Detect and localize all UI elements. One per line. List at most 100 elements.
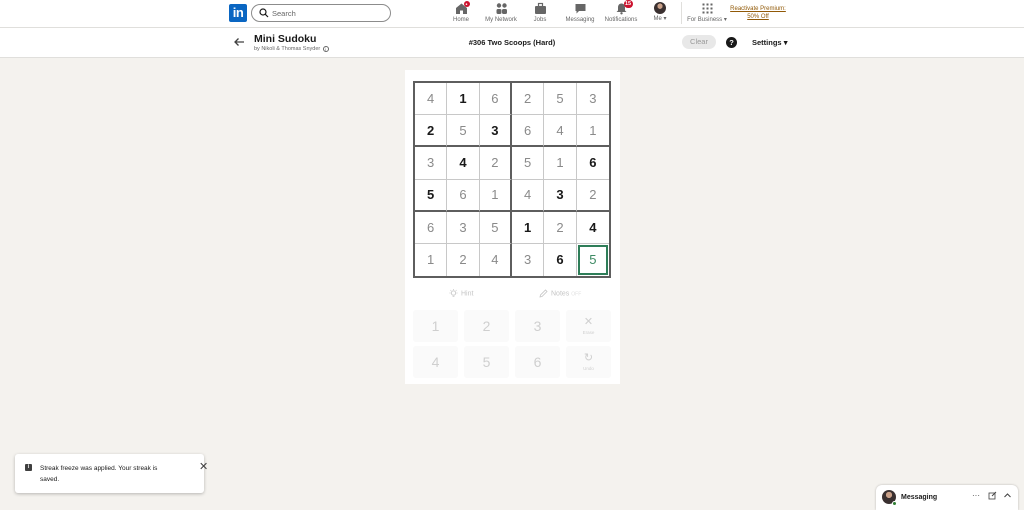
search-placeholder: Search [272, 9, 296, 18]
game-title: Mini Sudoku [254, 33, 317, 45]
undo-label: Undo [583, 366, 594, 371]
numpad-key-4[interactable]: 4 [413, 346, 458, 378]
grid-cell-r2c4[interactable]: 6 [511, 115, 545, 148]
grid-cell-r4c4[interactable]: 4 [511, 179, 545, 212]
grid-cell-r6c2[interactable]: 2 [447, 243, 480, 276]
nav-jobs[interactable]: Jobs [530, 2, 550, 26]
linkedin-logo[interactable]: in [229, 4, 247, 22]
search-input[interactable]: Search [251, 4, 391, 22]
grid-cell-r4c3[interactable]: 1 [479, 179, 512, 212]
nav-messaging-label: Messaging [565, 17, 595, 23]
clear-button[interactable]: Clear [682, 35, 716, 49]
grid-cell-r5c1[interactable]: 6 [415, 211, 448, 244]
nav-home[interactable]: • Home [449, 1, 473, 26]
grid-cell-r2c6[interactable]: 1 [576, 115, 609, 148]
nav-notifications[interactable]: 15 Notifications [603, 0, 639, 26]
avatar [654, 2, 666, 14]
nav-me-label: Me ▾ [653, 16, 667, 22]
nav-my-network[interactable]: My Network [483, 2, 519, 26]
pencil-icon [539, 289, 548, 298]
network-icon [495, 2, 508, 15]
grid-cell-r5c4[interactable]: 1 [511, 211, 545, 244]
lightbulb-icon [449, 289, 458, 297]
compose-icon[interactable] [988, 491, 997, 503]
grid-cell-r3c1[interactable]: 3 [415, 147, 448, 180]
grid-cell-r3c5[interactable]: 1 [544, 147, 577, 180]
bell-icon: 15 [615, 0, 633, 15]
grid-cell-r4c5[interactable]: 3 [544, 179, 577, 212]
grid-cell-r6c1[interactable]: 1 [415, 243, 448, 276]
nav-for-business-label: For Business ▾ [687, 17, 727, 23]
grid-cell-r1c3[interactable]: 6 [479, 83, 512, 116]
online-status-dot [892, 501, 897, 506]
nav-me[interactable]: Me ▾ [650, 2, 670, 26]
premium-line-2: 50% Off [747, 14, 769, 20]
settings-dropdown[interactable]: Settings ▾ [752, 38, 787, 48]
grid-apps-icon [701, 2, 714, 15]
grid-cell-r6c4[interactable]: 3 [512, 243, 545, 276]
grid-cell-r2c1[interactable]: 2 [415, 115, 448, 148]
hint-button[interactable]: Hint [449, 289, 473, 299]
messaging-overlay[interactable]: Messaging ··· [876, 485, 1018, 510]
close-icon: ✕ [583, 316, 594, 328]
grid-cell-r1c4[interactable]: 2 [511, 83, 545, 116]
grid-cell-r5c3[interactable]: 5 [479, 211, 512, 244]
premium-line-1: Reactivate Premium: [730, 6, 786, 12]
erase-label: Erase [582, 330, 595, 335]
numpad-key-1[interactable]: 1 [413, 310, 458, 342]
undo-button[interactable]: ↻ Undo [566, 346, 611, 378]
numpad-key-2[interactable]: 2 [464, 310, 509, 342]
erase-button[interactable]: ✕ Erase [566, 310, 611, 342]
grid-cell-r5c5[interactable]: 2 [544, 211, 577, 244]
game-header: Mini Sudoku by Nikoli & Thomas Snyder i … [0, 28, 1024, 58]
messaging-label: Messaging [901, 494, 938, 501]
nav-jobs-label: Jobs [533, 17, 547, 23]
reactivate-premium-link[interactable]: Reactivate Premium: 50% Off [726, 5, 790, 21]
grid-cell-r4c2[interactable]: 6 [447, 179, 480, 212]
grid-cell-r2c3[interactable]: 3 [479, 115, 512, 148]
nav-for-business[interactable]: For Business ▾ [686, 2, 728, 26]
grid-cell-r3c6[interactable]: 6 [576, 147, 609, 180]
grid-cell-r1c2[interactable]: 1 [447, 83, 480, 116]
game-author: by Nikoli & Thomas Snyder i [254, 45, 329, 53]
grid-cell-r4c6[interactable]: 2 [576, 180, 609, 212]
nav-divider [681, 2, 682, 24]
notes-state: OFF [571, 291, 582, 298]
numpad-key-5[interactable]: 5 [464, 346, 509, 378]
back-arrow-icon[interactable] [232, 35, 246, 49]
grid-cell-r5c2[interactable]: 3 [447, 211, 480, 244]
numpad-key-6[interactable]: 6 [515, 346, 560, 378]
grid-cell-r2c2[interactable]: 5 [447, 115, 480, 148]
close-icon[interactable]: ✕ [199, 462, 208, 473]
grid-cell-r3c2[interactable]: 4 [447, 147, 480, 180]
grid-cell-r5c6[interactable]: 4 [576, 212, 609, 244]
grid-cell-r1c5[interactable]: 5 [544, 83, 577, 116]
notes-label: Notes [551, 290, 570, 298]
messaging-icon [574, 2, 587, 15]
grid-cell-r6c3[interactable]: 4 [480, 243, 512, 276]
nav-home-label: Home [452, 17, 469, 23]
grid-cell-r6c6[interactable]: 5 [577, 244, 609, 276]
grid-cell-r4c1[interactable]: 5 [415, 179, 448, 212]
numpad-key-3[interactable]: 3 [515, 310, 560, 342]
notes-toggle[interactable]: Notes OFF [539, 289, 581, 299]
puzzle-title: #306 Two Scoops (Hard) [468, 38, 556, 47]
grid-cell-r3c3[interactable]: 2 [479, 147, 512, 180]
notifications-badge: 15 [623, 0, 633, 8]
grid-cell-r3c4[interactable]: 5 [511, 147, 545, 180]
settings-label: Settings [752, 38, 782, 47]
streak-toast: i Streak freeze was applied. Your streak… [15, 454, 208, 493]
info-icon[interactable]: i [322, 45, 329, 52]
grid-cell-r1c6[interactable]: 3 [576, 83, 609, 116]
sudoku-grid: 416253253641342516561432635124124365 [413, 81, 611, 278]
grid-cell-r2c5[interactable]: 4 [544, 115, 577, 148]
grid-cell-r6c5[interactable]: 6 [544, 243, 577, 276]
chevron-up-icon[interactable] [1003, 491, 1012, 503]
more-options-icon[interactable]: ··· [972, 491, 980, 501]
home-badge-dot: • [463, 1, 470, 8]
top-navigation: in Search • Home My Network Jobs Messagi… [0, 0, 1024, 28]
grid-cell-r1c1[interactable]: 4 [415, 83, 448, 116]
nav-messaging[interactable]: Messaging [565, 2, 595, 26]
author-text: by Nikoli & Thomas Snyder [254, 46, 321, 52]
help-icon[interactable]: ? [726, 37, 737, 48]
